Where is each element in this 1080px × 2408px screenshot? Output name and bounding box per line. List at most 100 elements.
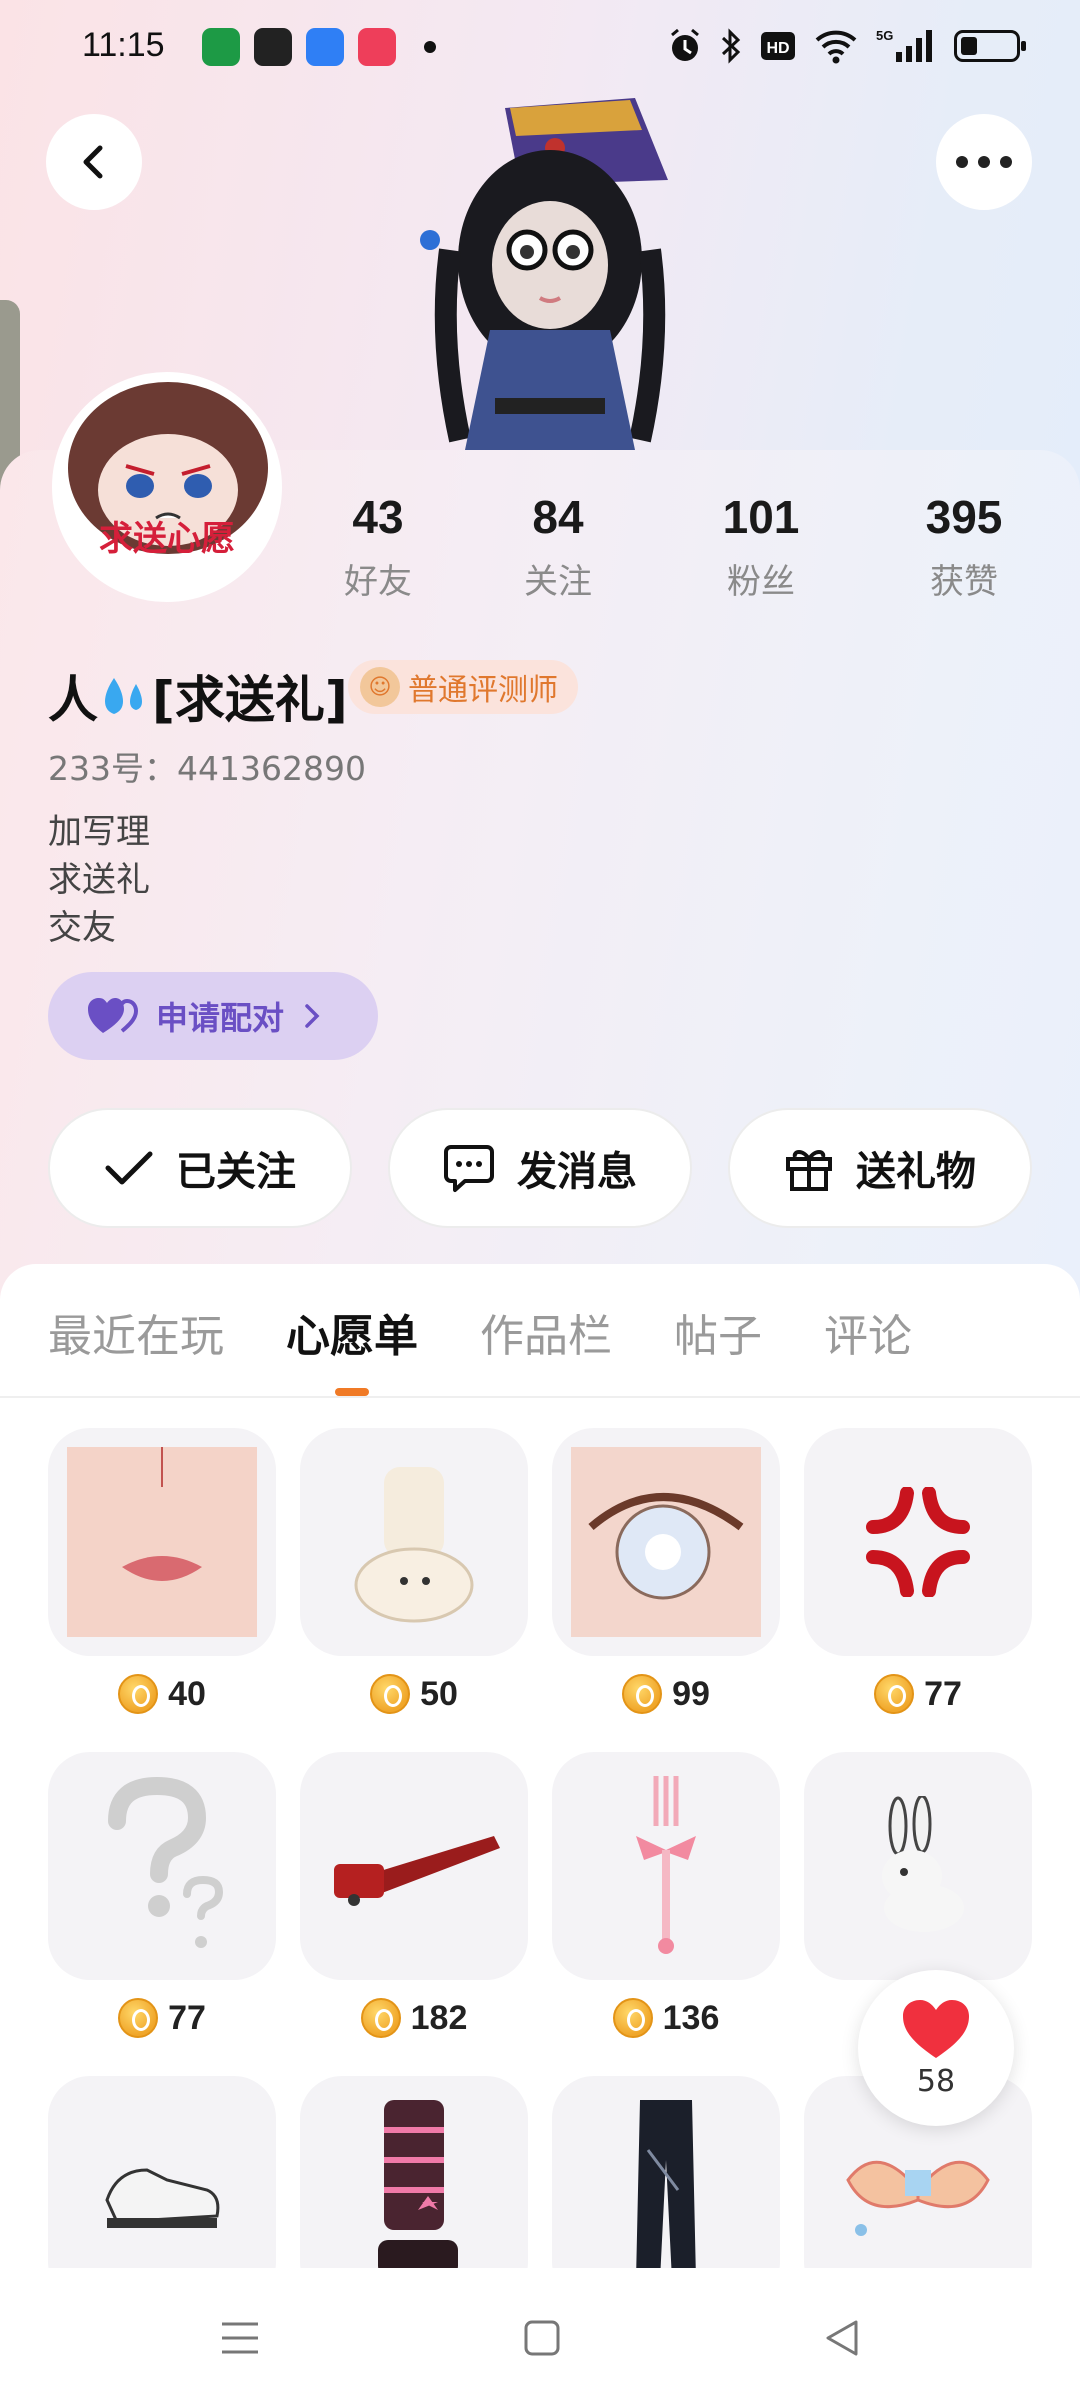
pair-request-button[interactable]: 申请配对 [48, 972, 378, 1060]
item-thumbnail [48, 1428, 276, 1656]
wifi-icon [815, 30, 857, 64]
more-button[interactable] [936, 114, 1032, 210]
files-app-icon [306, 28, 344, 66]
wishlist-item[interactable]: 50 [300, 1428, 528, 1752]
badge-label: 普通评测师 [408, 673, 558, 708]
follow-label: 已关注 [176, 1149, 296, 1195]
sweat-drops-icon [105, 678, 142, 714]
bio: 加写理 求送礼 交友 [48, 808, 150, 952]
item-thumbnail [48, 1752, 276, 1980]
tab-works[interactable]: 作品栏 [480, 1300, 612, 1364]
price-value: 40 [168, 1674, 206, 1713]
price-value: 99 [672, 1674, 710, 1713]
black-pants-image [636, 2100, 696, 2280]
user-id: 233号：441362890 [48, 749, 366, 788]
stat-following[interactable]: 84 关注 [480, 490, 636, 603]
follow-button[interactable]: 已关注 [48, 1108, 352, 1228]
wishlist-item[interactable]: 136 [552, 1752, 780, 2076]
price-value: 136 [662, 1998, 720, 2037]
avatar[interactable]: 求送心愿 [52, 372, 282, 602]
chat-bubble-icon [444, 1145, 494, 1192]
stat-value: 84 [532, 491, 584, 543]
chevron-right-icon [305, 1004, 320, 1028]
price-value: 77 [168, 1998, 206, 2037]
tab-recently-played[interactable]: 最近在玩 [48, 1300, 224, 1364]
item-price: 182 [300, 1998, 528, 2038]
question-mark-image [108, 1776, 224, 1948]
content-panel: 最近在玩 心愿单 作品栏 帖子 评论 40 50 99 77 77 182 13… [0, 1264, 1080, 2408]
wishlist-item[interactable]: 182 [300, 1752, 528, 2076]
system-icons: HD 5G [668, 26, 1026, 66]
stat-label: 获赞 [930, 562, 998, 602]
banner-character-image [420, 98, 668, 450]
wishlist-item[interactable]: 99 [552, 1428, 780, 1752]
username: 人 [求送礼] [48, 660, 348, 732]
platform-boots-image [378, 2100, 458, 2276]
back-button[interactable] [46, 114, 142, 210]
app-store-icon [202, 28, 240, 66]
more-notifications-dot [424, 41, 436, 53]
double-heart-icon [88, 998, 138, 1033]
chevron-left-icon [83, 145, 103, 179]
stat-label: 粉丝 [727, 562, 795, 602]
coin-icon [622, 1674, 663, 1714]
wishlist-item[interactable]: 40 [48, 1428, 276, 1752]
item-price: 99 [552, 1674, 780, 1714]
more-dots-icon [956, 156, 1012, 168]
tab-wishlist-label: 心愿单 [286, 1311, 418, 1362]
avatar-image [58, 378, 276, 596]
item-thumbnail [552, 1752, 780, 1980]
ribbon-fork-image [636, 1776, 696, 1954]
wishlist-item[interactable]: 77 [804, 1428, 1032, 1752]
white-shoes-image [105, 2168, 220, 2228]
menu-icon[interactable] [218, 2318, 262, 2358]
stat-likes[interactable]: 395 获赞 [886, 490, 1042, 603]
svg-text:HD: HD [766, 40, 789, 57]
stat-followers[interactable]: 101 粉丝 [683, 490, 839, 603]
wishlist-grid: 40 50 99 77 77 182 136 [48, 1428, 1032, 2400]
battery-icon [954, 30, 1026, 62]
item-price: 40 [48, 1674, 276, 1714]
chainsaw-image [334, 1836, 500, 1906]
pair-label: 申请配对 [156, 999, 285, 1037]
coin-icon [370, 1674, 411, 1714]
home-icon[interactable] [522, 2318, 562, 2358]
item-price: 77 [804, 1674, 1032, 1714]
item-thumbnail [300, 1428, 528, 1656]
tab-comments[interactable]: 评论 [824, 1300, 912, 1364]
bio-line: 交友 [48, 908, 116, 948]
message-label: 发消息 [517, 1149, 637, 1195]
coin-icon [360, 1998, 401, 2038]
floating-like-button[interactable]: 58 [858, 1970, 1014, 2126]
wishlist-item[interactable]: 77 [48, 1752, 276, 2076]
signal-5g-icon: 5G [876, 28, 932, 62]
wings-image [846, 2160, 990, 2236]
bio-line: 求送礼 [48, 860, 150, 900]
send-gift-button[interactable]: 送礼物 [728, 1108, 1032, 1228]
stat-label: 关注 [524, 562, 592, 602]
gift-label: 送礼物 [856, 1149, 976, 1195]
stat-value: 43 [352, 491, 404, 543]
stat-label: 好友 [344, 562, 412, 602]
item-price: 77 [48, 1998, 276, 2038]
gift-icon [786, 1150, 832, 1191]
back-triangle-icon[interactable] [822, 2318, 862, 2358]
price-value: 50 [420, 1674, 458, 1713]
stat-value: 101 [722, 491, 800, 543]
lips-image [67, 1447, 257, 1637]
stat-friends[interactable]: 43 好友 [300, 490, 456, 603]
white-rabbit-image [882, 1796, 964, 1932]
item-thumbnail [300, 1752, 528, 1980]
item-price: 50 [300, 1674, 528, 1714]
message-button[interactable]: 发消息 [388, 1108, 692, 1228]
alarm-icon [671, 28, 699, 61]
avatar-caption: 求送心愿 [99, 519, 235, 559]
coin-icon [612, 1998, 653, 2038]
coin-icon [874, 1674, 915, 1714]
tab-posts[interactable]: 帖子 [674, 1300, 762, 1364]
reviewer-badge[interactable]: ☺ 普通评测师 [348, 660, 578, 714]
reviewer-avatar-icon: ☺ [360, 667, 400, 707]
item-thumbnail [552, 1428, 780, 1656]
price-value: 77 [924, 1674, 962, 1713]
tab-wishlist[interactable]: 心愿单 [286, 1300, 418, 1396]
